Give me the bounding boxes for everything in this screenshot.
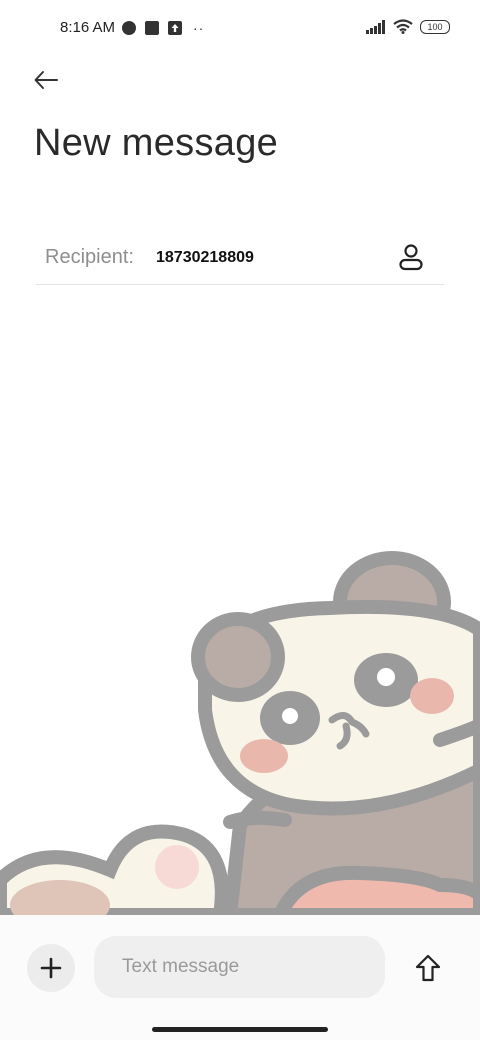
wifi-icon	[393, 19, 413, 34]
arrow-left-icon	[34, 71, 58, 89]
recipient-field[interactable]: Recipient: 18730218809	[36, 232, 444, 285]
upload-icon	[168, 21, 182, 35]
recipient-value[interactable]: 18730218809	[156, 249, 254, 267]
attach-button[interactable]	[27, 944, 75, 992]
status-left-icons: ··	[122, 20, 204, 36]
arrow-up-icon	[415, 954, 441, 982]
signal-icon	[366, 19, 385, 34]
plus-icon	[40, 957, 62, 979]
message-input[interactable]	[94, 936, 385, 998]
status-right-icons: 100	[366, 19, 450, 34]
send-button[interactable]	[406, 946, 450, 990]
add-contact-button[interactable]	[394, 240, 428, 274]
status-time: 8:16 AM	[60, 19, 116, 36]
page-title: New message	[34, 122, 279, 164]
home-indicator[interactable]	[152, 1027, 328, 1032]
panda-illustration	[0, 551, 480, 915]
notification-square-icon	[145, 21, 159, 35]
more-dots-icon: ··	[193, 20, 205, 36]
vpn-icon	[122, 21, 136, 35]
compose-bar	[0, 915, 480, 1040]
back-button[interactable]	[28, 62, 64, 98]
status-bar: 8:16 AM ·· 100	[0, 0, 480, 56]
battery-icon: 100	[420, 19, 450, 34]
recipient-label: Recipient:	[45, 246, 134, 268]
person-icon	[399, 244, 423, 271]
